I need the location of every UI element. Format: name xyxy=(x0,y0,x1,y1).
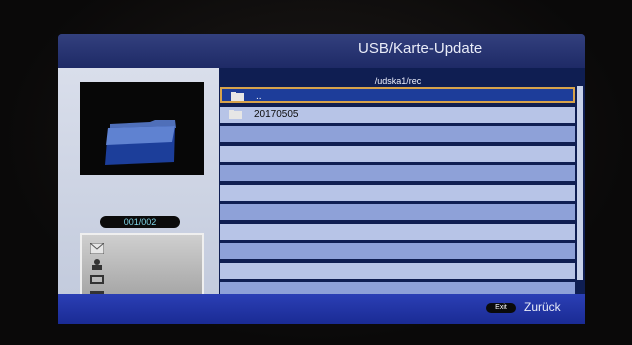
current-path: /udska1/rec xyxy=(374,76,422,86)
mail-icon[interactable] xyxy=(90,243,104,254)
file-row-label: .. xyxy=(256,91,262,102)
empty-row xyxy=(220,263,575,279)
scrollbar-thumb[interactable] xyxy=(577,86,583,280)
empty-row xyxy=(220,146,575,162)
empty-row xyxy=(220,126,575,142)
exit-key-badge[interactable]: Exit xyxy=(486,303,516,313)
folder-icon xyxy=(229,110,242,119)
empty-row xyxy=(220,224,575,240)
list-scrollbar[interactable] xyxy=(577,86,583,280)
back-label[interactable]: Zurück xyxy=(524,300,561,314)
folder-preview xyxy=(80,82,204,175)
footer-bar: Exit Zurück xyxy=(58,294,585,324)
title-bar: USB/Karte-Update xyxy=(58,34,585,68)
screen-title: USB/Karte-Update xyxy=(358,40,483,57)
folder-icon xyxy=(231,92,244,101)
file-row-label: 20170505 xyxy=(254,109,299,120)
tv-icon[interactable] xyxy=(90,275,104,286)
empty-row xyxy=(220,243,575,259)
empty-row xyxy=(220,204,575,220)
file-counter: 001/002 xyxy=(100,216,180,228)
empty-row xyxy=(220,185,575,201)
preview-pane: 001/002 xyxy=(58,68,219,315)
person-icon[interactable] xyxy=(90,259,104,270)
empty-row xyxy=(220,282,575,294)
empty-row xyxy=(220,165,575,181)
preview-canvas xyxy=(105,120,176,165)
file-row-up[interactable]: .. xyxy=(220,87,575,103)
file-row-20170505[interactable]: 20170505 xyxy=(220,107,575,123)
